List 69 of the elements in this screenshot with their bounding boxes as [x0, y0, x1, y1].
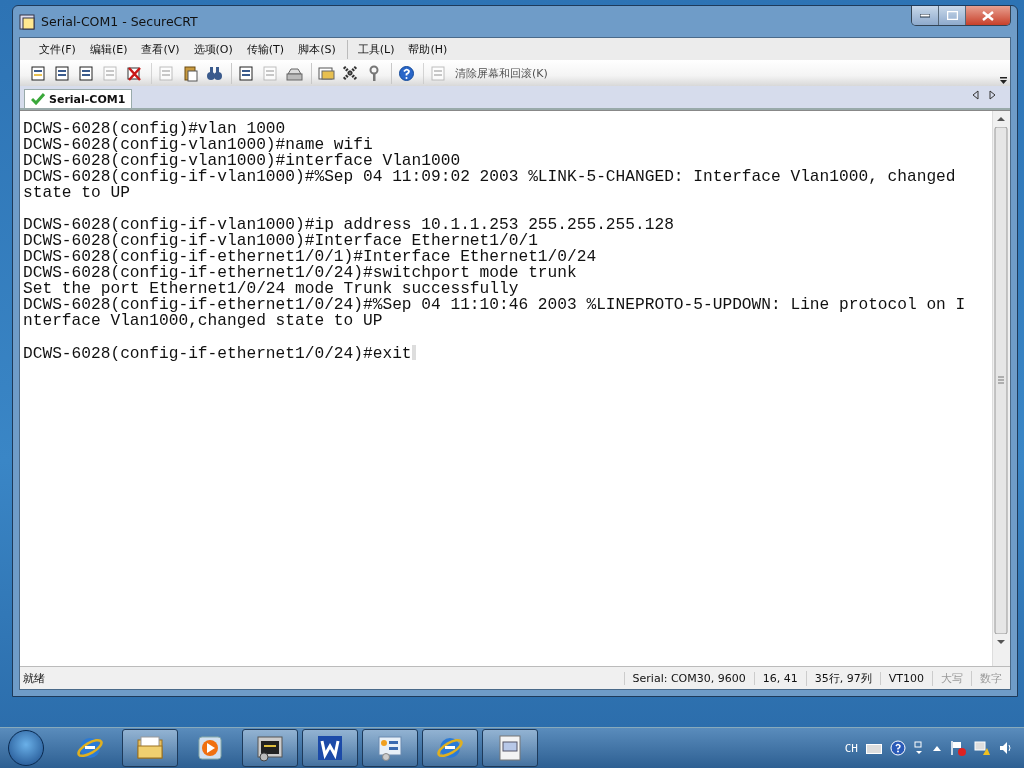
disconnect-icon: [126, 64, 143, 82]
status-pane: 35行, 97列: [805, 670, 880, 686]
menu-item[interactable]: 查看(V): [134, 39, 187, 59]
tab-right-button[interactable]: [989, 90, 996, 100]
scrollbar-thumb[interactable]: [993, 127, 1009, 634]
taskbar-button[interactable]: [482, 729, 538, 767]
terminal-line: DCWS-6028(config-if-vlan1000)#Interface Ethernet1/0/1: [23, 233, 538, 249]
toolbar-button[interactable]: [391, 62, 417, 84]
menu-item[interactable]: 传输(T): [239, 39, 292, 59]
tab-left-button[interactable]: [972, 90, 979, 100]
terminal-line: nterface Vlan1000,changed state to UP: [23, 313, 383, 329]
terminal-line: DCWS-6028(config)#vlan 1000: [23, 121, 286, 137]
language-indicator[interactable]: CH: [844, 741, 858, 755]
start-button[interactable]: [8, 730, 44, 766]
show-hidden-icons-icon[interactable]: [932, 744, 942, 752]
terminal-icon: [256, 734, 284, 762]
taskbar-button[interactable]: [362, 729, 418, 767]
close-button[interactable]: [966, 6, 1010, 25]
taskbar-button[interactable]: [242, 729, 298, 767]
menu-item[interactable]: 帮助(H): [401, 39, 455, 59]
left-triangle-icon: [972, 90, 979, 100]
status-pane: 数字: [971, 670, 1010, 686]
menu-item[interactable]: 脚本(S): [291, 39, 343, 59]
terminal-window-icon: [19, 13, 35, 30]
maximize-button[interactable]: [939, 6, 966, 25]
binoculars-icon: [206, 64, 223, 82]
status-pane: VT100: [879, 671, 932, 685]
terminal-line: DCWS-6028(config-if-vlan1000)#ip address 10.1.1.253 255.255.255.128: [23, 217, 674, 233]
speaker-icon[interactable]: [998, 740, 1014, 756]
terminal-line: state to UP: [23, 185, 130, 201]
status-pane: 16, 41: [753, 671, 806, 685]
menu-item[interactable]: 编辑(E): [82, 39, 135, 59]
window-switch-icon[interactable]: [914, 741, 924, 755]
control-panel-icon: [376, 734, 404, 762]
minimize-button[interactable]: [912, 6, 939, 25]
help-icon[interactable]: [890, 740, 906, 756]
terminal-line: DCWS-6028(config-if-vlan1000)#%Sep 04 11:09:02 2003 %LINK-5-CHANGED: Interface Vlan1000, changed: [23, 169, 956, 185]
menu-item[interactable]: 工具(L): [346, 39, 402, 59]
taskbar-button[interactable]: [422, 729, 478, 767]
terminal-line: DCWS-6028(config-vlan1000)#interface Vlan1000: [23, 153, 461, 169]
minimize-icon: [920, 13, 930, 18]
status-pane: Serial: COM30, 9600: [623, 671, 754, 685]
window-title: Serial-COM1 - SecureCRT: [41, 14, 199, 29]
paste-icon: [182, 64, 199, 82]
terminal-line: DCWS-6028(config-vlan1000)#name wifi: [23, 137, 373, 153]
toolbar-overflow-icon[interactable]: [1000, 77, 1007, 84]
terminal-line: DCWS-6028(config-if-ethernet1/0/24)#%Sep 04 11:10:46 2003 %LINEPROTO-5-UPDOWN: Line protocol on I: [23, 297, 966, 313]
document-w-icon: [316, 734, 344, 762]
menu-item[interactable]: 文件(F): [32, 39, 83, 59]
media-player-icon: [196, 734, 224, 762]
taskbar-button[interactable]: [302, 729, 358, 767]
help-icon: [398, 64, 415, 82]
terminal-line: DCWS-6028(config-if-ethernet1/0/24)#switchport mode trunk: [23, 265, 577, 281]
session-tab[interactable]: Serial-COM1: [24, 89, 133, 108]
right-triangle-icon: [989, 90, 996, 100]
menu-item[interactable]: 选项(O): [186, 39, 240, 59]
maximize-icon: [946, 11, 958, 20]
status-pane: 大写: [932, 670, 971, 686]
document-window-icon: [496, 734, 524, 762]
terminal-line: DCWS-6028(config-if-ethernet1/0/1)#Interface Ethernet1/0/24: [23, 249, 597, 265]
network-warning-icon[interactable]: [974, 740, 990, 756]
terminal-line: DCWS-6028(config-if-ethernet1/0/24)#exit: [23, 345, 416, 362]
close-icon: [982, 10, 994, 21]
terminal-line: Set the port Ethernet1/0/24 mode Trunk successfully: [23, 281, 519, 297]
status-pane: 就绪: [22, 670, 46, 686]
keyboard-icon[interactable]: [866, 742, 882, 754]
flag-error-icon[interactable]: [950, 740, 966, 756]
properties-icon: [318, 64, 335, 82]
taskbar-button[interactable]: [122, 729, 178, 767]
